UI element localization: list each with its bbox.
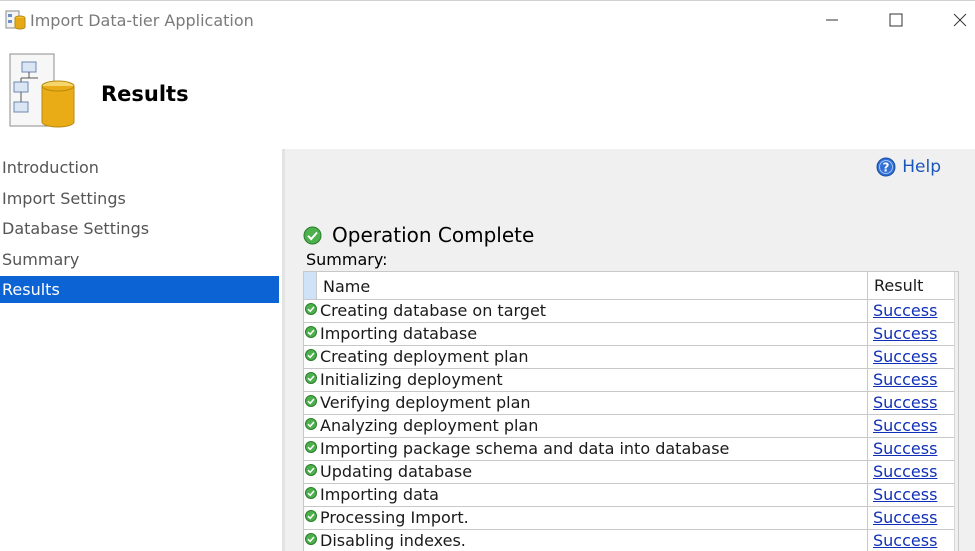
grid-header: Name Result bbox=[304, 272, 954, 300]
minimize-icon bbox=[826, 19, 838, 21]
operation-status-text: Operation Complete bbox=[332, 223, 535, 247]
close-button[interactable] bbox=[937, 1, 975, 39]
table-row: Processing Import. Success bbox=[304, 507, 954, 530]
step-name: Processing Import. bbox=[320, 508, 469, 527]
step-result-link[interactable]: Success bbox=[867, 415, 954, 438]
nav-item-summary[interactable]: Summary bbox=[0, 246, 279, 273]
step-result-link[interactable]: Success bbox=[867, 507, 954, 530]
help-link[interactable]: ? Help bbox=[876, 157, 941, 177]
svg-text:?: ? bbox=[883, 161, 890, 175]
success-check-icon bbox=[305, 510, 317, 522]
table-row: Importing data Success bbox=[304, 484, 954, 507]
success-check-icon bbox=[305, 464, 317, 476]
step-result-link[interactable]: Success bbox=[867, 369, 954, 392]
window-titlebar: Import Data-tier Application bbox=[0, 0, 975, 40]
success-check-icon bbox=[305, 441, 317, 453]
check-circle-icon bbox=[303, 226, 322, 244]
table-row: Verifying deployment plan Success bbox=[304, 392, 954, 415]
maximize-button[interactable] bbox=[873, 1, 919, 39]
step-name: Analyzing deployment plan bbox=[320, 416, 539, 435]
help-label: Help bbox=[902, 157, 941, 177]
nav-item-database-settings[interactable]: Database Settings bbox=[0, 215, 279, 242]
table-row: Importing database Success bbox=[304, 323, 954, 346]
wizard-nav: Introduction Import Settings Database Se… bbox=[0, 149, 282, 551]
success-check-icon bbox=[305, 303, 317, 315]
scrollbar-thumb[interactable] bbox=[958, 296, 959, 424]
success-check-icon bbox=[305, 418, 317, 430]
operation-status: Operation Complete bbox=[303, 223, 534, 247]
results-grid: Name Result Creating database on target S… bbox=[303, 271, 959, 551]
database-diagram-icon bbox=[9, 53, 75, 128]
table-row: Disabling indexes. Success bbox=[304, 530, 954, 551]
table-row: Analyzing deployment plan Success bbox=[304, 415, 954, 438]
success-check-icon bbox=[305, 487, 317, 499]
vertical-scrollbar[interactable] bbox=[954, 272, 959, 551]
page-title: Results bbox=[101, 82, 189, 106]
step-name: Updating database bbox=[320, 462, 473, 481]
step-name: Importing database bbox=[320, 324, 478, 343]
step-result-link[interactable]: Success bbox=[867, 461, 954, 484]
success-check-icon bbox=[305, 326, 317, 338]
success-check-icon bbox=[305, 372, 317, 384]
step-result-link[interactable]: Success bbox=[867, 346, 954, 369]
minimize-button[interactable] bbox=[809, 1, 855, 39]
table-row: Creating deployment plan Success bbox=[304, 346, 954, 369]
app-icon bbox=[5, 10, 26, 30]
step-result-link[interactable]: Success bbox=[867, 392, 954, 415]
step-result-link[interactable]: Success bbox=[867, 323, 954, 346]
nav-item-introduction[interactable]: Introduction bbox=[0, 154, 279, 181]
column-header-name[interactable]: Name bbox=[323, 277, 370, 296]
step-name: Verifying deployment plan bbox=[320, 393, 531, 412]
window-title: Import Data-tier Application bbox=[30, 11, 254, 30]
success-check-icon bbox=[305, 349, 317, 361]
step-name: Disabling indexes. bbox=[320, 531, 466, 550]
close-icon bbox=[953, 13, 967, 27]
step-name: Initializing deployment bbox=[320, 370, 503, 389]
maximize-icon bbox=[889, 13, 903, 27]
summary-label: Summary: bbox=[306, 250, 388, 269]
success-check-icon bbox=[305, 395, 317, 407]
step-result-link[interactable]: Success bbox=[867, 484, 954, 507]
table-row: Updating database Success bbox=[304, 461, 954, 484]
help-circle-icon: ? bbox=[876, 157, 896, 177]
step-result-link[interactable]: Success bbox=[867, 300, 954, 323]
nav-item-results[interactable]: Results bbox=[0, 276, 279, 303]
step-name: Importing package schema and data into d… bbox=[320, 439, 730, 458]
nav-item-import-settings[interactable]: Import Settings bbox=[0, 185, 279, 212]
table-row: Creating database on target Success bbox=[304, 300, 954, 323]
column-header-result[interactable]: Result bbox=[867, 272, 954, 299]
step-result-link[interactable]: Success bbox=[867, 438, 954, 461]
table-row: Importing package schema and data into d… bbox=[304, 438, 954, 461]
step-name: Creating database on target bbox=[320, 301, 547, 320]
wizard-header: Results bbox=[0, 40, 975, 149]
success-check-icon bbox=[305, 533, 317, 545]
results-panel: ? Help Operation Complete Summary: Name … bbox=[282, 149, 975, 551]
step-name: Importing data bbox=[320, 485, 439, 504]
step-name: Creating deployment plan bbox=[320, 347, 529, 366]
step-result-link[interactable]: Success bbox=[867, 530, 954, 551]
row-header-cell bbox=[304, 272, 317, 299]
table-row: Initializing deployment Success bbox=[304, 369, 954, 392]
